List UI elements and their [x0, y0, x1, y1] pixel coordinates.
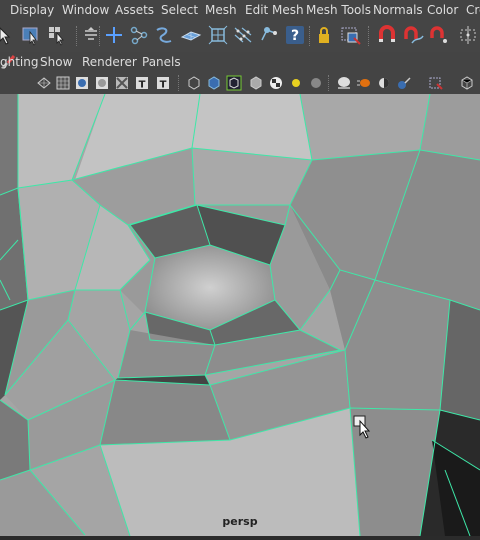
select-tool-icon[interactable]	[0, 24, 14, 46]
help-icon[interactable]: ?	[284, 24, 306, 46]
curve-tool-icon[interactable]	[153, 24, 175, 46]
menu-edit-mesh[interactable]: Edit Mesh	[245, 3, 304, 17]
component-icon[interactable]	[258, 24, 280, 46]
wireframe-icon[interactable]	[36, 75, 52, 91]
shaded-icon[interactable]	[74, 75, 90, 91]
viewport-bottom-border	[0, 536, 480, 540]
grid-icon[interactable]	[55, 75, 71, 91]
shelf-toolbar: ?	[0, 20, 480, 52]
shadow-icon[interactable]	[308, 75, 324, 91]
menu-mesh-tools[interactable]: Mesh Tools	[306, 3, 371, 17]
smooth-icon[interactable]	[226, 75, 242, 91]
svg-text:?: ?	[291, 28, 299, 44]
menu-create[interactable]: Cre	[466, 3, 480, 17]
textured-icon[interactable]	[94, 75, 110, 91]
antialias-icon[interactable]	[376, 75, 392, 91]
panel-menu-renderer[interactable]: Renderer	[82, 55, 137, 69]
scale-tool-icon[interactable]	[128, 24, 150, 46]
sphere-icon[interactable]	[288, 75, 304, 91]
text-icon[interactable]: T	[134, 75, 150, 91]
cube-icon[interactable]	[206, 75, 222, 91]
paint-select-icon[interactable]	[46, 24, 68, 46]
main-menubar: Display Window Assets Select Mesh Edit M…	[0, 0, 480, 20]
light-icon[interactable]	[268, 75, 284, 91]
text-icon-2[interactable]: T	[155, 75, 171, 91]
xray-icon[interactable]	[114, 75, 130, 91]
menu-color[interactable]: Color	[427, 3, 458, 17]
svg-text:T: T	[139, 80, 146, 91]
menu-window[interactable]: Window	[62, 3, 109, 17]
mesh-wireframe	[0, 94, 480, 536]
magnet-icon[interactable]	[376, 24, 398, 46]
motion-blur-icon[interactable]	[356, 75, 372, 91]
multi-cut-icon[interactable]	[232, 24, 254, 46]
snap-grid-icon[interactable]	[457, 24, 479, 46]
resolution-gate-icon[interactable]	[396, 75, 412, 91]
panel-menu-lighting[interactable]: ghting	[0, 55, 38, 69]
perspective-viewport[interactable]: persp	[0, 94, 480, 536]
menu-select[interactable]: Select	[161, 3, 198, 17]
ambient-occlusion-icon[interactable]	[336, 75, 352, 91]
camera-label: persp	[222, 515, 258, 528]
lock-icon[interactable]	[313, 24, 335, 46]
menu-mesh[interactable]: Mesh	[205, 3, 237, 17]
camera-icon[interactable]	[428, 75, 444, 91]
texture-checker-icon[interactable]	[248, 75, 264, 91]
poly-plane-icon[interactable]	[180, 24, 202, 46]
panel-toolbar: T T	[0, 72, 480, 94]
magnet-curve-icon[interactable]	[402, 24, 424, 46]
panel-menubar: ghting Show Renderer Panels	[0, 52, 480, 72]
menu-display[interactable]: Display	[10, 3, 54, 17]
magnet-point-icon[interactable]	[428, 24, 450, 46]
cube-wire-icon[interactable]	[459, 75, 475, 91]
menu-assets[interactable]: Assets	[115, 3, 154, 17]
svg-text:T: T	[160, 80, 167, 91]
lasso-select-icon[interactable]	[20, 24, 42, 46]
panel-menu-show[interactable]: Show	[40, 55, 72, 69]
panel-menu-panels[interactable]: Panels	[142, 55, 181, 69]
poly-cube-icon[interactable]	[207, 24, 229, 46]
isolate-icon[interactable]	[186, 75, 202, 91]
select-camera-icon[interactable]	[340, 24, 362, 46]
menu-normals[interactable]: Normals	[373, 3, 423, 17]
move-tool-icon[interactable]	[103, 24, 125, 46]
